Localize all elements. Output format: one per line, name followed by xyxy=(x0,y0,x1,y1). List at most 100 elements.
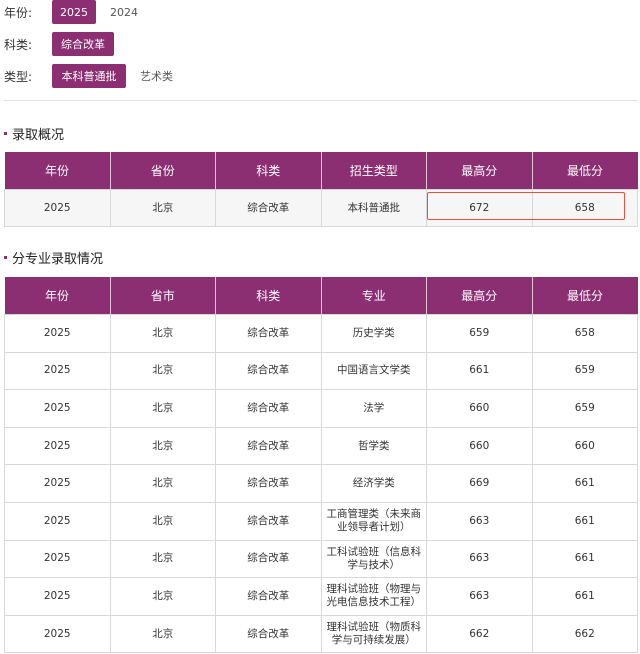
subject-filter-label: 科类: xyxy=(4,37,33,52)
cell-max-score: 663 xyxy=(426,501,533,541)
cell-min-score: 659 xyxy=(531,351,638,391)
type-filter: 类型: 本科普通批 艺术类 xyxy=(4,64,173,88)
cell-subject: 综合改革 xyxy=(215,314,322,353)
cell-subject: 综合改革 xyxy=(215,426,322,466)
header-max-score: 最高分 xyxy=(426,277,533,315)
bullet-icon xyxy=(4,132,7,135)
table-row: 2025 北京 综合改革 经济学类 669 661 xyxy=(4,464,638,503)
overview-row: 2025 北京 综合改革 本科普通批 672 658 xyxy=(4,189,638,227)
majors-section-title: 分专业录取情况 xyxy=(4,248,103,267)
bullet-icon xyxy=(4,256,7,259)
cell-max-score: 672 xyxy=(426,189,533,227)
table-row: 2025 北京 综合改革 工科试验班（信息科学与技术） 663 661 xyxy=(4,539,638,579)
cell-max-score: 659 xyxy=(426,314,533,353)
cell-max-score: 663 xyxy=(426,577,533,616)
year-option-2024[interactable]: 2024 xyxy=(110,6,138,19)
cell-city: 北京 xyxy=(109,501,216,541)
cell-year: 2025 xyxy=(4,189,111,227)
header-max-score: 最高分 xyxy=(426,152,533,190)
cell-min-score: 658 xyxy=(531,189,638,227)
cell-major: 工商管理类（未来商业领导者计划） xyxy=(320,501,427,541)
cell-subject: 综合改革 xyxy=(215,539,322,579)
header-admission-type: 招生类型 xyxy=(321,152,427,190)
cell-year: 2025 xyxy=(4,501,111,541)
cell-city: 北京 xyxy=(109,314,216,353)
cell-subject: 综合改革 xyxy=(215,614,322,654)
cell-major: 工科试验班（信息科学与技术） xyxy=(320,539,427,579)
year-filter: 年份: 2025 2024 xyxy=(4,0,138,24)
cell-year: 2025 xyxy=(4,351,111,391)
cell-major: 理科试验班（物质科学与可持续发展） xyxy=(320,614,427,654)
cell-year: 2025 xyxy=(4,614,111,654)
cell-subject: 综合改革 xyxy=(215,189,322,227)
table-row: 2025 北京 综合改革 理科试验班（物质科学与可持续发展） 662 662 xyxy=(4,614,638,654)
cell-year: 2025 xyxy=(4,314,111,353)
header-subject: 科类 xyxy=(215,277,322,315)
cell-major: 法学 xyxy=(320,389,427,428)
cell-year: 2025 xyxy=(4,464,111,503)
cell-min-score: 660 xyxy=(531,426,638,466)
cell-min-score: 662 xyxy=(531,614,638,654)
table-row: 2025 北京 综合改革 哲学类 660 660 xyxy=(4,426,638,466)
header-min-score: 最低分 xyxy=(532,152,638,190)
cell-min-score: 661 xyxy=(531,577,638,616)
cell-subject: 综合改革 xyxy=(215,577,322,616)
cell-subject: 综合改革 xyxy=(215,501,322,541)
cell-min-score: 661 xyxy=(531,539,638,579)
cell-max-score: 660 xyxy=(426,426,533,466)
type-option-art[interactable]: 艺术类 xyxy=(140,68,173,84)
header-year: 年份 xyxy=(4,277,111,315)
cell-min-score: 661 xyxy=(531,501,638,541)
header-major: 专业 xyxy=(321,277,427,315)
year-filter-label: 年份: xyxy=(4,5,33,20)
cell-city: 北京 xyxy=(109,464,216,503)
cell-max-score: 663 xyxy=(426,539,533,579)
overview-table: 年份 省份 科类 招生类型 最高分 最低分 2025 北京 综合改革 本科普通批… xyxy=(4,152,638,227)
cell-subject: 综合改革 xyxy=(215,351,322,391)
cell-city: 北京 xyxy=(109,426,216,466)
cell-min-score: 659 xyxy=(531,389,638,428)
cell-city: 北京 xyxy=(109,389,216,428)
header-min-score: 最低分 xyxy=(532,277,638,315)
filter-divider xyxy=(4,100,638,101)
cell-city: 北京 xyxy=(109,539,216,579)
cell-city: 北京 xyxy=(109,614,216,654)
header-subject: 科类 xyxy=(215,152,322,190)
table-row: 2025 北京 综合改革 历史学类 659 658 xyxy=(4,314,638,353)
subject-filter: 科类: 综合改革 xyxy=(4,32,114,56)
cell-province: 北京 xyxy=(109,189,216,227)
majors-header-row: 年份 省市 科类 专业 最高分 最低分 xyxy=(4,277,638,315)
table-row: 2025 北京 综合改革 中国语言文学类 661 659 xyxy=(4,351,638,391)
cell-major: 经济学类 xyxy=(320,464,427,503)
cell-max-score: 660 xyxy=(426,389,533,428)
overview-section-title: 录取概况 xyxy=(4,124,64,143)
type-option-undergrad[interactable]: 本科普通批 xyxy=(52,64,126,88)
cell-year: 2025 xyxy=(4,426,111,466)
cell-max-score: 661 xyxy=(426,351,533,391)
cell-max-score: 669 xyxy=(426,464,533,503)
table-row: 2025 北京 综合改革 工商管理类（未来商业领导者计划） 663 661 xyxy=(4,501,638,541)
cell-major: 哲学类 xyxy=(320,426,427,466)
majors-title-text: 分专业录取情况 xyxy=(12,252,104,267)
cell-subject: 综合改革 xyxy=(215,389,322,428)
header-year: 年份 xyxy=(4,152,111,190)
cell-admission-type: 本科普通批 xyxy=(320,189,427,227)
cell-year: 2025 xyxy=(4,389,111,428)
header-city: 省市 xyxy=(110,277,216,315)
table-row: 2025 北京 综合改革 法学 660 659 xyxy=(4,389,638,428)
cell-major: 中国语言文学类 xyxy=(320,351,427,391)
cell-city: 北京 xyxy=(109,351,216,391)
overview-title-text: 录取概况 xyxy=(12,128,65,143)
cell-major: 理科试验班（物理与光电信息技术工程） xyxy=(320,577,427,616)
subject-option-comprehensive[interactable]: 综合改革 xyxy=(52,32,114,56)
cell-max-score: 662 xyxy=(426,614,533,654)
overview-header-row: 年份 省份 科类 招生类型 最高分 最低分 xyxy=(4,152,638,190)
cell-subject: 综合改革 xyxy=(215,464,322,503)
cell-city: 北京 xyxy=(109,577,216,616)
year-option-2025[interactable]: 2025 xyxy=(52,0,96,24)
header-province: 省份 xyxy=(110,152,216,190)
cell-year: 2025 xyxy=(4,577,111,616)
cell-min-score: 661 xyxy=(531,464,638,503)
majors-table: 年份 省市 科类 专业 最高分 最低分 2025 北京 综合改革 历史学类 65… xyxy=(4,277,638,654)
cell-major: 历史学类 xyxy=(320,314,427,353)
